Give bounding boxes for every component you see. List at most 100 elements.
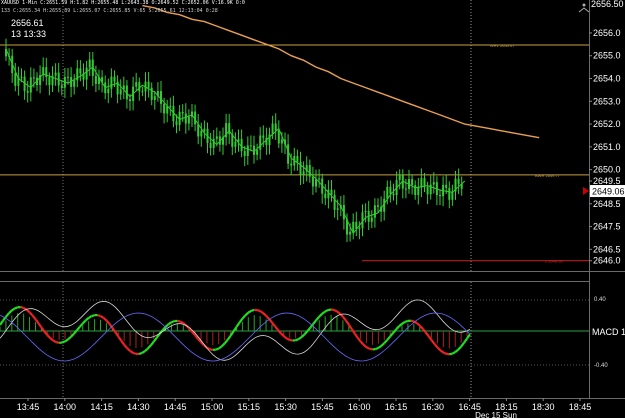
candle-body	[370, 217, 373, 222]
candle-body	[240, 139, 243, 152]
candle-body	[181, 111, 184, 114]
macd-line-segment	[138, 351, 143, 356]
scroll-dot-icon[interactable]	[582, 3, 586, 7]
macd-line-segment	[286, 337, 291, 341]
candle-body	[54, 72, 57, 76]
macd-line-segment	[14, 306, 19, 310]
candle-body	[160, 91, 162, 104]
time-tick-label: 13:45	[17, 402, 40, 412]
candle-body	[60, 85, 63, 88]
current-price-label: 2649.06	[592, 187, 625, 197]
candle-body	[88, 59, 91, 68]
candle-body	[169, 105, 172, 107]
price-tick-label: 2651.0	[593, 142, 621, 152]
candle-body	[318, 178, 321, 180]
macd-line-segment	[295, 338, 299, 342]
time-tick-label: 14:15	[90, 402, 113, 412]
candle-body	[333, 194, 336, 210]
date-label: Dec 15 Sun	[475, 411, 517, 418]
candle-body	[274, 123, 277, 131]
sub-info-line: 133 C:2655.34 H:2655.89 L:2655.07 C:2655…	[1, 8, 218, 14]
candle-body	[113, 76, 116, 82]
macd-line-segment	[404, 319, 409, 323]
macd-line-segment	[55, 341, 60, 344]
candle-body	[184, 113, 187, 124]
cursor-price: 2656.61	[11, 18, 44, 28]
price-tick-label: 2650.0	[593, 165, 621, 175]
time-tick-label: 15:30	[274, 402, 297, 412]
candle-body	[411, 179, 414, 186]
candle-body	[439, 195, 441, 197]
candle-body	[234, 141, 237, 147]
candle-body	[187, 116, 190, 124]
macd-line-segment	[91, 314, 95, 318]
price-tick-label: 2656.0	[593, 28, 621, 38]
candle-body	[432, 182, 435, 185]
macd-line-segment	[171, 320, 175, 324]
candle-body	[209, 142, 212, 148]
candle-body	[85, 67, 88, 80]
macd-lower-label: -0.40	[594, 363, 608, 369]
candle-body	[287, 144, 290, 164]
candle-body	[32, 77, 35, 79]
candle-body	[200, 130, 203, 137]
macd-line-segment	[177, 319, 181, 323]
candle-body	[377, 205, 379, 207]
macd-line-segment	[451, 351, 456, 355]
candle-body	[302, 171, 305, 175]
time-tick-label: 15:00	[201, 402, 224, 412]
candle-body	[349, 231, 352, 235]
candle-body	[457, 178, 460, 184]
macd-line-segment	[99, 315, 105, 319]
time-tick-label: 18:45	[569, 402, 592, 412]
macd-line-segment	[410, 319, 415, 323]
candle-body	[246, 145, 249, 157]
candle-body	[48, 77, 51, 86]
candle-body	[14, 73, 17, 86]
candle-body	[153, 96, 156, 100]
macd-name-label: MACD 12	[592, 327, 625, 337]
candle-body	[271, 123, 274, 135]
candle-body	[299, 161, 302, 175]
macd-line-segment	[324, 309, 329, 313]
candle-body	[386, 186, 389, 199]
price-tick-label: 2649.5	[593, 176, 621, 186]
candle-body	[445, 184, 448, 188]
candle-body	[129, 99, 131, 102]
candle-body	[296, 155, 299, 162]
candle-body	[280, 139, 283, 144]
candle-body	[315, 179, 317, 187]
price-tick-label: 2646.5	[593, 244, 621, 254]
candle-body	[203, 128, 206, 131]
price-tick-label: 2653.0	[593, 96, 621, 106]
candle-body	[212, 138, 215, 148]
candle-body	[389, 186, 392, 194]
time-tick-label: 14:00	[54, 402, 77, 412]
macd-line-segment	[97, 314, 101, 318]
time-tick-label: 16:00	[348, 402, 371, 412]
candle-body	[249, 145, 252, 147]
candle-body	[262, 135, 265, 138]
trading-chart[interactable]: WR1 2655.47 BWR 2649.77 L 2646.00 2656.50 2…	[0, 0, 625, 418]
macd-line-segment	[449, 352, 453, 356]
candle-body	[324, 193, 327, 199]
macd-line-segment	[333, 308, 338, 313]
macd-line-segment	[250, 308, 255, 312]
macd-line-segment	[141, 350, 146, 354]
candle-body	[308, 165, 311, 177]
time-tick-label: 15:15	[238, 402, 261, 412]
candle-body	[426, 186, 429, 195]
candle-body	[79, 68, 82, 74]
candle-body	[20, 76, 23, 78]
cursor-time: 13 13:33	[11, 29, 47, 39]
candle-body	[398, 174, 401, 181]
macd-line-segment	[366, 346, 371, 350]
candle-body	[175, 121, 178, 125]
candle-body	[138, 82, 141, 92]
candle-body	[373, 205, 376, 218]
candle-body	[94, 75, 97, 84]
macd-line-segment	[52, 339, 57, 344]
macd-line-segment	[374, 346, 379, 351]
macd-upper-label: 0.40	[594, 297, 606, 303]
macd-line-segment	[88, 315, 93, 319]
